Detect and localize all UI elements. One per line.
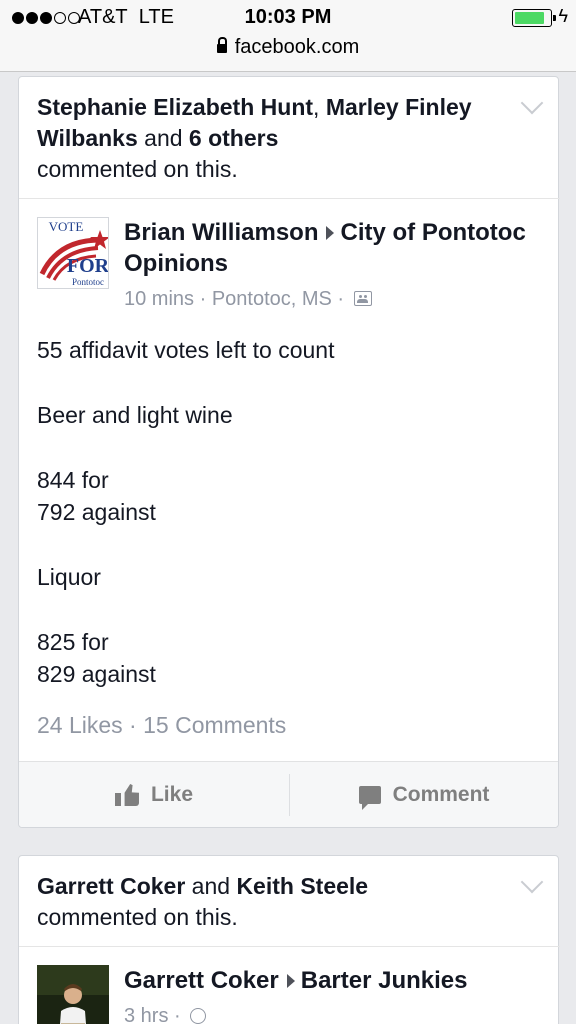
post-line: 844 for: [37, 467, 109, 493]
url-text: facebook.com: [234, 36, 360, 58]
like-button[interactable]: Like: [19, 762, 289, 828]
post-meta: 3 hrs ·: [124, 1005, 207, 1024]
post-time[interactable]: 3 hrs: [124, 1005, 168, 1024]
post-location[interactable]: Pontotoc, MS: [212, 288, 332, 310]
avatar[interactable]: [37, 965, 109, 1024]
action-bar: Like Comment: [19, 761, 558, 827]
post-header: VOTE FOR Pontotoc Brian Williamson City o…: [37, 217, 542, 317]
commenter-name[interactable]: Garrett Coker: [37, 873, 185, 899]
post-target[interactable]: Barter Junkies: [301, 967, 468, 994]
like-label: Like: [150, 783, 194, 806]
thumbs-up-icon: [114, 784, 139, 806]
story-action: commented on this.: [37, 904, 238, 930]
post-meta: 10 mins · Pontotoc, MS ·: [124, 288, 372, 311]
separator: ,: [313, 94, 326, 120]
post-author-line: Garrett Coker Barter Junkies: [124, 965, 544, 996]
post-line: 792 against: [37, 499, 156, 525]
separator: ·: [122, 712, 144, 738]
separator: ·: [331, 288, 350, 310]
battery-icon: [512, 9, 556, 27]
globe-icon: [190, 1008, 207, 1024]
feed-story: Stephanie Elizabeth Hunt, Marley Finley …: [18, 76, 560, 828]
story-action: commented on this.: [37, 156, 238, 182]
arrow-right-icon: [286, 973, 295, 988]
likes-count[interactable]: 24 Likes: [37, 712, 123, 738]
others-link[interactable]: 6 others: [189, 125, 278, 151]
commenter-name[interactable]: Stephanie Elizabeth Hunt: [37, 94, 313, 120]
post-stats: 24 Likes · 15 Comments: [37, 712, 286, 739]
comment-button[interactable]: Comment: [289, 762, 559, 828]
audience-icon: [353, 291, 372, 306]
vote-for-logo: VOTE FOR Pontotoc: [38, 218, 109, 288]
post-line: 829 against: [37, 661, 156, 687]
logo-text-top: VOTE: [49, 219, 84, 234]
comment-icon: [358, 786, 381, 810]
post-line: 55 affidavit votes left to count: [37, 337, 335, 363]
post-author[interactable]: Brian Williamson: [124, 219, 318, 246]
post-author[interactable]: Garrett Coker: [124, 967, 279, 994]
post-header: Garrett Coker Barter Junkies 3 hrs ·: [37, 965, 542, 1024]
separator: ·: [168, 1005, 187, 1024]
address-bar[interactable]: facebook.com: [0, 36, 576, 59]
post-line: Liquor: [37, 564, 101, 590]
divider: [19, 198, 560, 199]
post-author-line: Brian Williamson City of Pontotoc Opinion…: [124, 217, 544, 279]
divider: [19, 946, 560, 947]
feed-story: Garrett Coker and Keith Steele commented…: [18, 855, 560, 1024]
clock: 10:03 PM: [244, 6, 332, 28]
profile-photo: [37, 965, 109, 1024]
logo-text-mid: FOR: [67, 255, 109, 277]
avatar[interactable]: VOTE FOR Pontotoc: [37, 217, 109, 289]
separator: ·: [194, 288, 212, 310]
post-time[interactable]: 10 mins: [124, 288, 194, 310]
lock-icon: [216, 37, 227, 53]
post-line: Beer and light wine: [37, 402, 233, 428]
bolt-icon: ϟ: [558, 6, 568, 26]
comments-count[interactable]: 15 Comments: [143, 712, 286, 738]
logo-text-bottom: Pontotoc: [72, 277, 104, 287]
status-bar: AT&T LTE 10:03 PM ϟ facebook.com: [0, 0, 576, 72]
story-header: Garrett Coker and Keith Steele commented…: [19, 856, 558, 933]
conjunction: and: [137, 125, 189, 151]
post-line: 825 for: [37, 629, 109, 655]
conjunction: and: [185, 873, 237, 899]
commenter-name[interactable]: Keith Steele: [236, 873, 368, 899]
comment-label: Comment: [392, 783, 490, 806]
arrow-right-icon: [326, 225, 335, 240]
story-header: Stephanie Elizabeth Hunt, Marley Finley …: [19, 77, 558, 185]
